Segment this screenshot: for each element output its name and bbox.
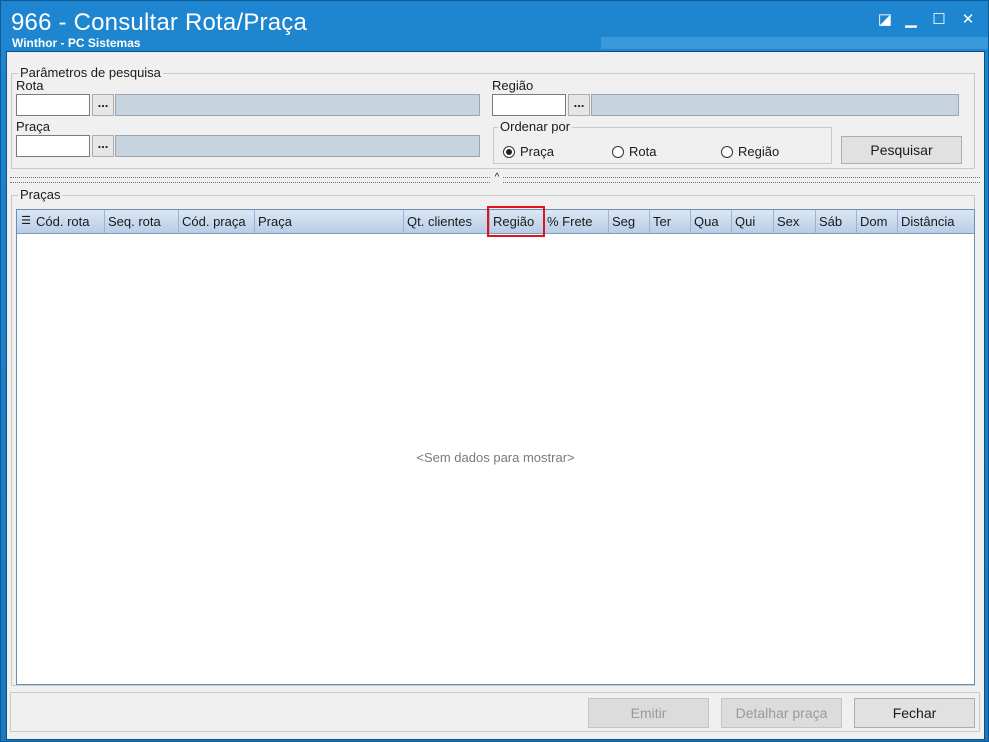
regiao-lookup-button[interactable]: ...	[568, 94, 590, 116]
radio-unchecked-icon	[612, 145, 624, 158]
order-by-title: Ordenar por	[498, 119, 573, 134]
order-radio-regiao[interactable]: Região	[721, 144, 779, 159]
title-decoration	[601, 37, 988, 49]
praca-input[interactable]	[16, 135, 90, 157]
maximize-icon[interactable]: ☐	[926, 9, 952, 31]
order-radio-regiao-label: Região	[738, 144, 780, 159]
column-header-dom[interactable]: Dom	[857, 210, 898, 233]
column-header-qua[interactable]: Qua	[691, 210, 732, 233]
column-chooser-icon[interactable]: ☰	[19, 210, 33, 233]
column-header-sex[interactable]: Sex	[774, 210, 816, 233]
search-button[interactable]: Pesquisar	[841, 136, 962, 164]
detalhar-praca-button[interactable]: Detalhar praça	[721, 698, 842, 728]
window-subtitle: Winthor - PC Sistemas	[12, 36, 141, 50]
column-header-seg[interactable]: Seg	[609, 210, 650, 233]
window-title: 966 - Consultar Rota/Praça	[11, 9, 308, 36]
pracas-grid[interactable]: ☰ Cód. rota Seq. rota Cód. praça Praça Q…	[16, 206, 975, 685]
column-header-seq-rota[interactable]: Seq. rota	[105, 210, 179, 233]
search-button-label: Pesquisar	[870, 142, 933, 158]
column-header-cod-praca[interactable]: Cód. praça	[179, 210, 255, 233]
app-window: 966 - Consultar Rota/Praça Winthor - PC …	[0, 0, 989, 742]
column-header-cod-rota[interactable]: Cód. rota	[33, 210, 105, 233]
column-header-praca[interactable]: Praça	[255, 210, 404, 233]
column-header-qt-clientes[interactable]: Qt. clientes	[404, 210, 490, 233]
column-header-sab[interactable]: Sáb	[816, 210, 857, 233]
radio-checked-icon	[503, 145, 515, 158]
regiao-input[interactable]	[492, 94, 566, 116]
column-header-qui[interactable]: Qui	[732, 210, 774, 233]
order-radio-praca-label: Praça	[520, 144, 554, 159]
order-by-group: Ordenar por Praça Rota Região	[493, 119, 832, 164]
grid-header: ☰ Cód. rota Seq. rota Cód. praça Praça Q…	[17, 206, 974, 237]
emitir-button[interactable]: Emitir	[588, 698, 709, 728]
pracas-group-title: Praças	[18, 187, 63, 202]
content-area: Parâmetros de pesquisa Rota ... Praça ..…	[6, 51, 985, 740]
praca-lookup-button[interactable]: ...	[92, 135, 114, 157]
column-header-distancia[interactable]: Distância	[898, 210, 974, 233]
order-radio-rota-label: Rota	[629, 144, 657, 159]
rota-description-field	[115, 94, 480, 116]
praca-label: Praça	[16, 119, 50, 134]
rota-input[interactable]	[16, 94, 90, 116]
empty-grid-message: <Sem dados para mostrar>	[416, 450, 575, 465]
close-icon[interactable]: ✕	[955, 9, 981, 31]
title-bar[interactable]: 966 - Consultar Rota/Praça Winthor - PC …	[1, 1, 988, 50]
order-radio-praca[interactable]: Praça	[503, 144, 554, 159]
search-parameters-group: Parâmetros de pesquisa Rota ... Praça ..…	[11, 65, 975, 169]
regiao-label: Região	[492, 78, 534, 93]
order-radio-rota[interactable]: Rota	[612, 144, 656, 159]
radio-unchecked-icon	[721, 145, 733, 158]
fechar-button[interactable]: Fechar	[854, 698, 975, 728]
chevron-up-icon[interactable]: ^	[491, 173, 503, 183]
regiao-highlight-box	[487, 206, 545, 237]
restore-icon[interactable]: ◪	[872, 9, 898, 31]
column-header-ter[interactable]: Ter	[650, 210, 691, 233]
praca-description-field	[115, 135, 480, 157]
minimize-icon[interactable]: ▁	[898, 9, 924, 31]
column-header-frete[interactable]: % Frete	[544, 210, 609, 233]
regiao-description-field	[591, 94, 959, 116]
rota-lookup-button[interactable]: ...	[92, 94, 114, 116]
rota-label: Rota	[16, 78, 44, 93]
